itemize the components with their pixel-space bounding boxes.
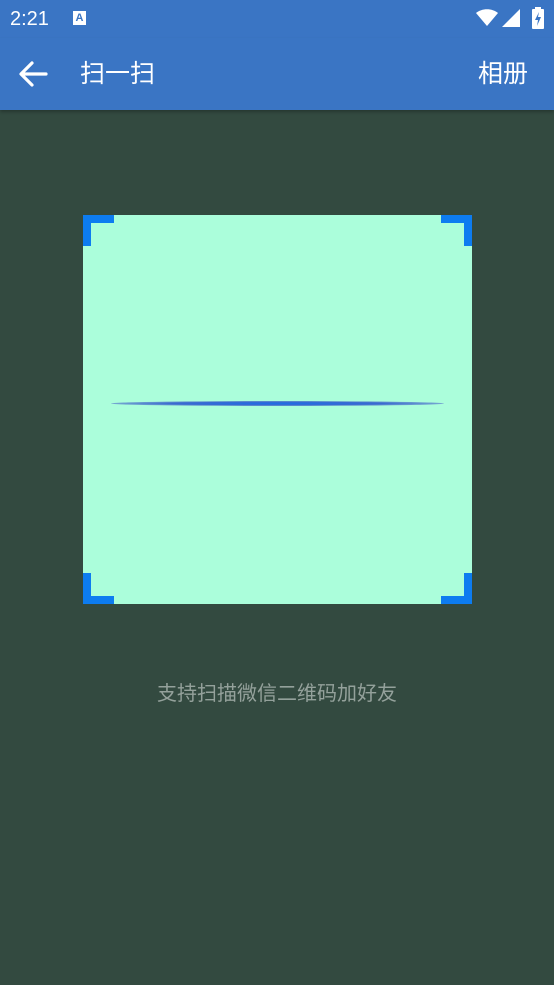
- album-button[interactable]: 相册: [478, 57, 528, 91]
- scan-corner-top-right: [441, 215, 472, 246]
- battery-charging-icon: [532, 7, 544, 29]
- wifi-icon: [476, 9, 498, 26]
- scan-corner-bottom-right: [441, 573, 472, 604]
- scan-frame: [83, 215, 472, 604]
- app-bar: 扫一扫 相册: [0, 38, 554, 110]
- signal-icon: [502, 9, 520, 27]
- scan-corner-top-left: [83, 215, 114, 246]
- scan-line: [111, 401, 444, 406]
- notification-a-icon: A: [73, 11, 86, 25]
- scan-corner-bottom-left: [83, 573, 114, 604]
- scan-hint-text: 支持扫描微信二维码加好友: [157, 681, 397, 705]
- status-time: 2:21: [10, 8, 49, 30]
- page-title: 扫一扫: [80, 59, 156, 88]
- arrow-left-icon[interactable]: [14, 58, 50, 90]
- status-bar: 2:21 A: [0, 0, 554, 38]
